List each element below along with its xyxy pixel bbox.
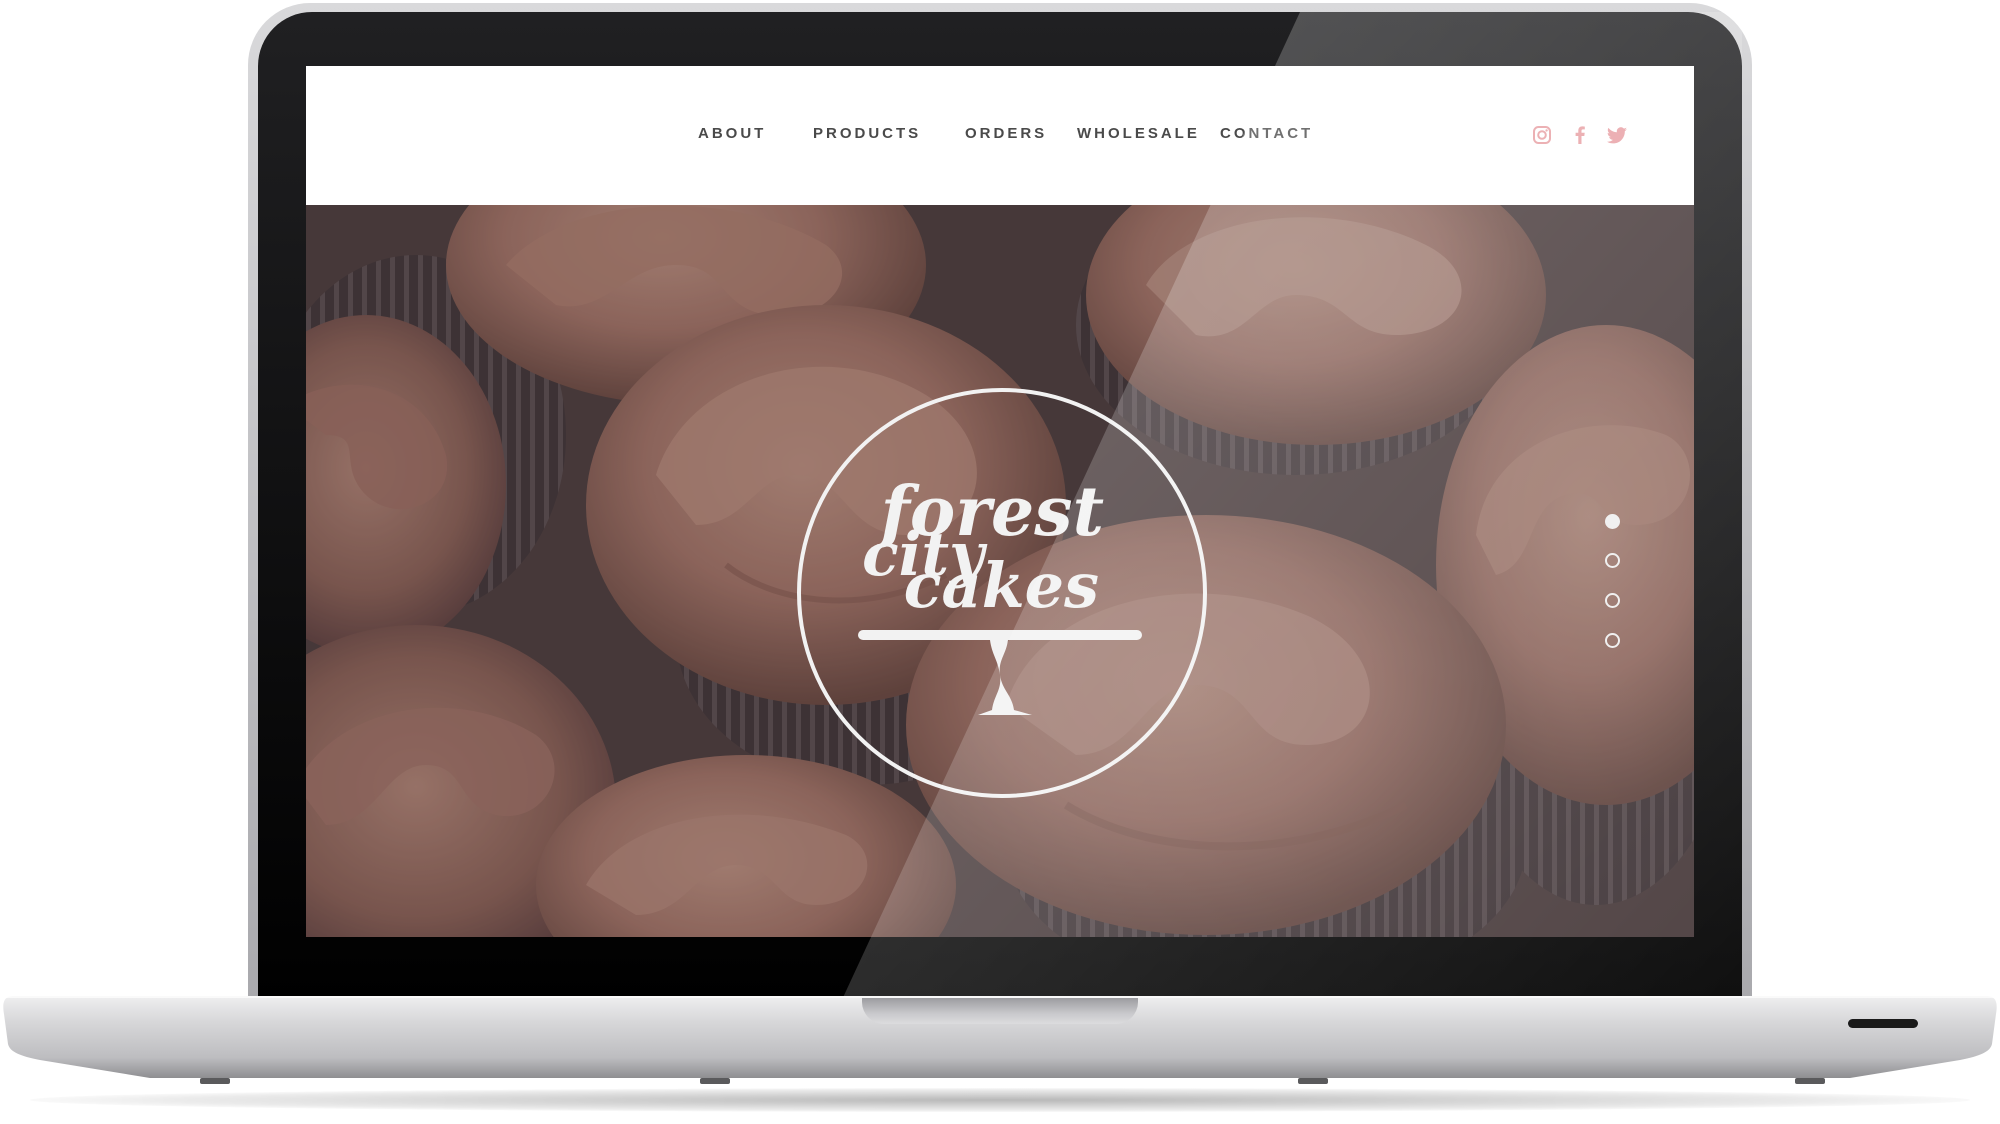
laptop-foot (1795, 1078, 1825, 1084)
laptop-foot (700, 1078, 730, 1084)
site-header: ABOUT PRODUCTS ORDERS WHOLESALE CONTACT (306, 66, 1694, 205)
nav-item-about[interactable]: ABOUT (698, 125, 766, 142)
slider-dot-1[interactable] (1605, 514, 1620, 529)
logo-word-cakes: cakes (904, 549, 1099, 622)
nav-item-products[interactable]: PRODUCTS (813, 125, 921, 142)
laptop-opening-notch (862, 998, 1138, 1024)
instagram-icon[interactable] (1529, 122, 1555, 148)
nav-item-orders[interactable]: ORDERS (965, 125, 1047, 142)
twitter-icon[interactable] (1604, 122, 1630, 148)
nav-item-wholesale[interactable]: WHOLESALE (1077, 125, 1200, 142)
laptop-foot (200, 1078, 230, 1084)
cake-stand-icon (858, 630, 1142, 640)
hero-banner: forest city cakes (306, 205, 1694, 937)
laptop-foot (1298, 1078, 1328, 1084)
website-screen: ABOUT PRODUCTS ORDERS WHOLESALE CONTACT (306, 66, 1694, 937)
nav-item-contact[interactable]: CONTACT (1220, 125, 1313, 142)
forest-city-cakes-logo: forest city cakes (797, 388, 1207, 798)
slider-dot-2[interactable] (1605, 553, 1620, 568)
slider-dot-3[interactable] (1605, 593, 1620, 608)
facebook-icon[interactable] (1567, 122, 1593, 148)
laptop-mockup: ABOUT PRODUCTS ORDERS WHOLESALE CONTACT (0, 0, 2000, 1124)
main-nav: ABOUT PRODUCTS ORDERS WHOLESALE CONTACT (306, 66, 1694, 205)
slider-dot-4[interactable] (1605, 633, 1620, 648)
laptop-port-slot (1848, 1019, 1918, 1028)
laptop-shadow (30, 1088, 1970, 1112)
